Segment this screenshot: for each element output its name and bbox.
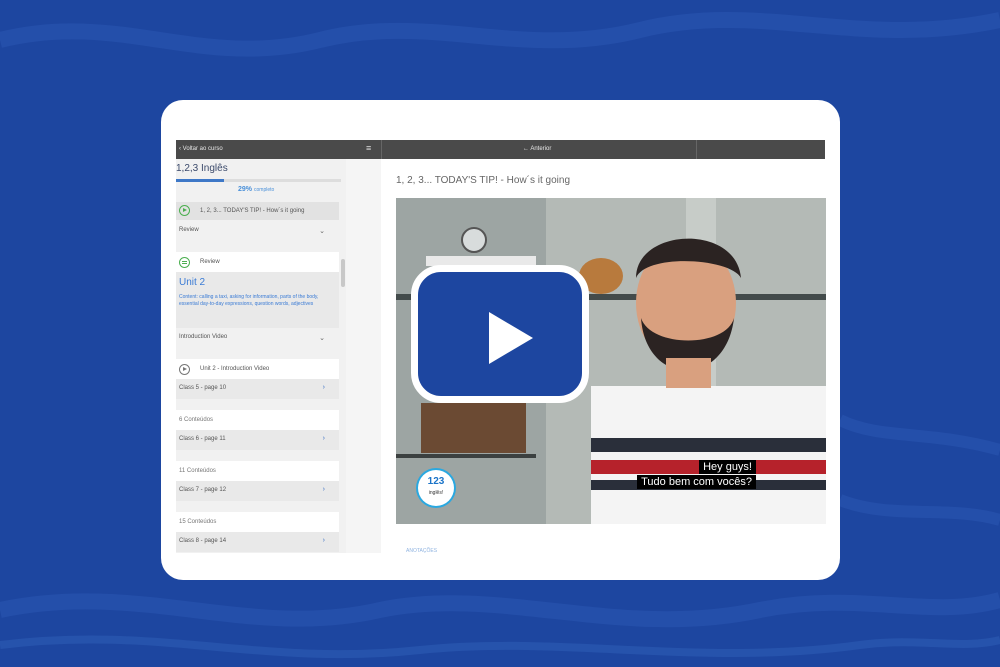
previous-button[interactable]: ← Anterior	[523, 146, 551, 152]
chevron-right-icon: ›	[322, 537, 325, 544]
count-label: 11 Conteúdos	[179, 468, 216, 474]
section-label: Review	[179, 227, 199, 233]
section-label: Introduction Video	[179, 334, 228, 340]
lesson-label: Review	[200, 259, 220, 265]
chevron-down-icon: ⌄	[319, 228, 325, 235]
lesson-item-active[interactable]: 1, 2, 3... TODAY'S TIP! - How´s it going	[176, 202, 339, 220]
subtitle-line: Hey guys!	[699, 460, 756, 474]
logo-number: 123	[427, 476, 445, 487]
progress-suffix: completo	[254, 187, 275, 193]
count-label: 15 Conteúdos	[179, 519, 217, 525]
chevron-right-icon: ›	[322, 435, 325, 442]
list-circle-icon	[179, 257, 190, 268]
divider	[696, 140, 697, 159]
back-to-course-link[interactable]: ‹ Voltar ao curso	[179, 146, 223, 152]
lesson-label: 1, 2, 3... TODAY'S TIP! - How´s it going	[200, 208, 305, 214]
brand-logo: 123 inglês!	[418, 470, 454, 506]
class-item[interactable]: Class 7 - page 12 ›	[176, 481, 339, 501]
progress-text: 29% completo	[238, 186, 274, 193]
class-item[interactable]: Class 6 - page 11 ›	[176, 430, 339, 450]
chevron-right-icon: ›	[322, 486, 325, 493]
progress-bar	[176, 179, 341, 182]
class-label: Class 5 - page 10	[179, 385, 227, 391]
lesson-title: 1, 2, 3... TODAY'S TIP! - How´s it going	[396, 175, 571, 186]
top-bar: ‹ Voltar ao curso ≡ ← Anterior	[176, 140, 825, 159]
class-item[interactable]: Class 8 - page 14 ›	[176, 532, 339, 552]
chevron-down-icon: ⌄	[319, 335, 325, 342]
sidebar-scrollbar[interactable]	[341, 259, 345, 287]
play-button[interactable]	[411, 265, 589, 403]
lesson-label: Unit 2 - Introduction Video	[200, 366, 270, 372]
unit-card[interactable]: Unit 2 Content: calling a taxi, asking f…	[176, 272, 339, 328]
back-to-course-label: Voltar ao curso	[182, 146, 223, 152]
notes-link[interactable]: ANOTAÇÕES	[406, 548, 437, 554]
content-count: 15 Conteúdos	[176, 512, 339, 532]
unit-description: Content: calling a taxi, asking for info…	[179, 294, 319, 307]
play-icon	[489, 312, 533, 364]
count-label: 6 Conteúdos	[179, 417, 214, 423]
previous-label: Anterior	[530, 146, 552, 152]
unit-title: Unit 2	[179, 277, 206, 288]
subtitle-line: Tudo bem com vocês?	[637, 475, 756, 489]
logo-subtext: inglês!	[428, 490, 444, 496]
class-label: Class 8 - page 14	[179, 538, 227, 544]
progress-fill	[176, 179, 224, 182]
progress-percent: 29%	[238, 186, 253, 193]
divider	[381, 140, 382, 159]
section-header-review[interactable]: Review ⌄	[176, 227, 339, 235]
course-title: 1,2,3 Inglês	[176, 163, 228, 174]
chevron-right-icon: ›	[322, 384, 325, 391]
class-label: Class 7 - page 12	[179, 487, 227, 493]
sidebar-gutter	[346, 159, 382, 553]
content-count: 11 Conteúdos	[176, 461, 339, 481]
play-circle-icon	[179, 364, 190, 375]
play-circle-icon	[179, 205, 190, 216]
lesson-item-review[interactable]: Review	[176, 252, 339, 272]
section-header-intro[interactable]: Introduction Video ⌄	[176, 334, 339, 342]
class-item[interactable]: Class 5 - page 10 ›	[176, 379, 339, 399]
menu-icon[interactable]: ≡	[366, 144, 371, 153]
course-sidebar: 1,2,3 Inglês 29% completo 1, 2, 3... TODA…	[176, 159, 346, 553]
content-count: 6 Conteúdos	[176, 410, 339, 430]
lesson-item-intro[interactable]: Unit 2 - Introduction Video	[176, 359, 339, 379]
class-label: Class 6 - page 11	[179, 436, 226, 442]
